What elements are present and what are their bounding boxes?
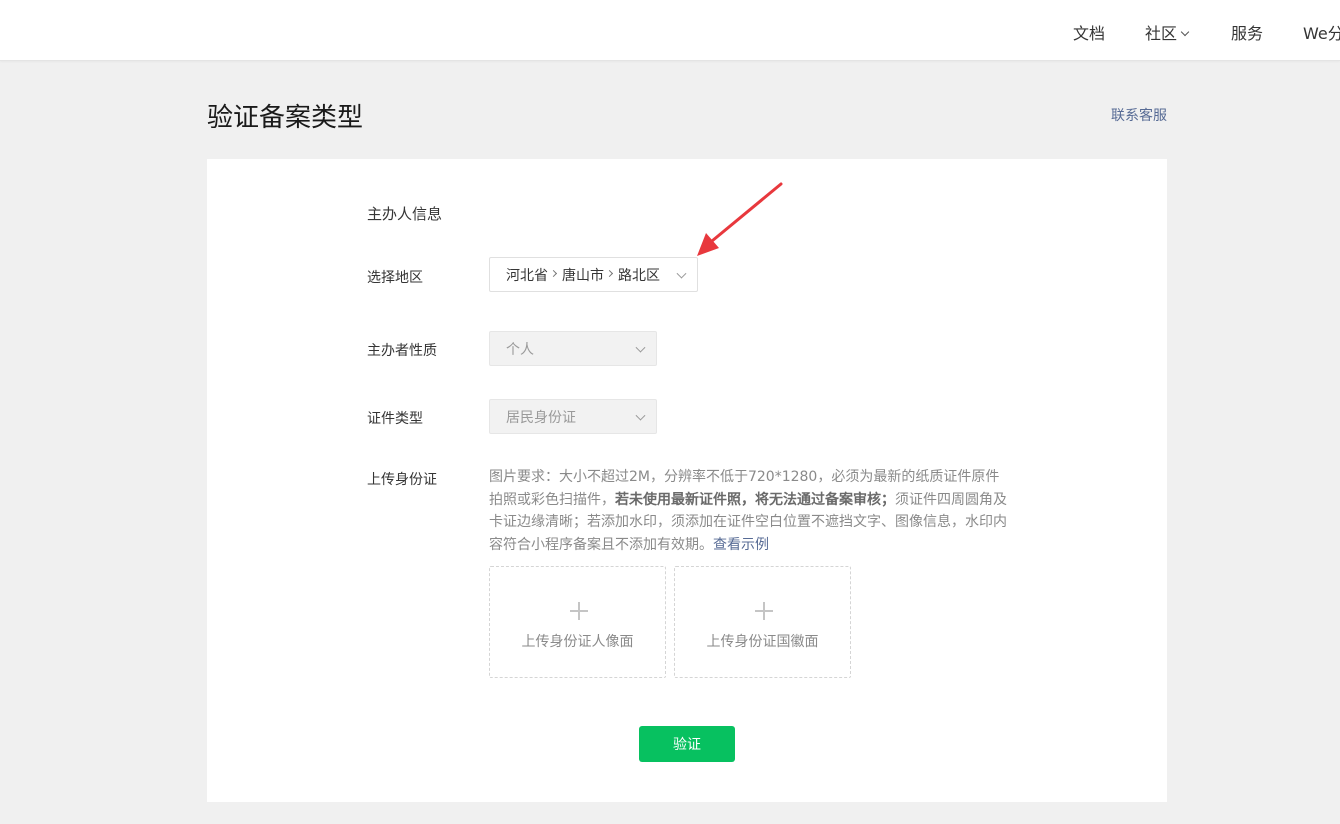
- region-district: 路北区: [618, 267, 660, 284]
- nav-docs[interactable]: 文档: [1073, 20, 1105, 44]
- section-title: 主办人信息: [367, 205, 443, 223]
- chevron-down-icon: [635, 342, 646, 353]
- top-navigation: 文档 社区 服务 We分: [0, 0, 1340, 61]
- chevron-down-icon: [676, 268, 687, 279]
- nav-service[interactable]: 服务: [1231, 20, 1263, 44]
- upload-back-label: 上传身份证国徽面: [706, 634, 819, 650]
- upload-requirements: 图片要求：大小不超过2M，分辨率不低于720*1280，必须为最新的纸质证件原件…: [489, 466, 1011, 556]
- plus-icon: [570, 602, 588, 620]
- organizer-nature-value: 个人: [506, 341, 534, 358]
- organizer-nature-label: 主办者性质: [367, 343, 437, 359]
- chevron-down-icon: [635, 410, 646, 421]
- chevron-right-icon: [605, 269, 614, 278]
- id-type-label: 证件类型: [367, 411, 423, 427]
- organizer-nature-select[interactable]: 个人: [489, 331, 657, 366]
- nav-we[interactable]: We分: [1303, 20, 1340, 44]
- region-province: 河北省: [506, 267, 548, 284]
- chevron-right-icon: [549, 269, 558, 278]
- chevron-down-icon: [1180, 27, 1190, 37]
- upload-id-label: 上传身份证: [367, 472, 437, 488]
- region-label: 选择地区: [367, 270, 423, 286]
- upload-front-label: 上传身份证人像面: [521, 634, 634, 650]
- upload-requirements-warning: 若未使用最新证件照，将无法通过备案审核；: [615, 491, 895, 508]
- upload-id-back[interactable]: 上传身份证国徽面: [674, 566, 851, 678]
- verify-button[interactable]: 验证: [639, 726, 735, 762]
- region-city: 唐山市: [562, 267, 604, 284]
- nav-community[interactable]: 社区: [1145, 20, 1190, 44]
- page-title: 验证备案类型: [207, 103, 364, 133]
- view-example-link[interactable]: 查看示例: [713, 537, 769, 553]
- contact-support-link[interactable]: 联系客服: [1111, 105, 1167, 125]
- nav-community-label: 社区: [1145, 24, 1178, 43]
- region-select[interactable]: 河北省 唐山市 路北区: [489, 257, 698, 292]
- id-type-select[interactable]: 居民身份证: [489, 399, 657, 434]
- plus-icon: [755, 602, 773, 620]
- upload-id-front[interactable]: 上传身份证人像面: [489, 566, 666, 678]
- id-type-value: 居民身份证: [506, 409, 576, 426]
- form-card: 主办人信息 选择地区 河北省 唐山市 路北区 主办者性质 个人 证件类型 居民身份证…: [207, 159, 1167, 802]
